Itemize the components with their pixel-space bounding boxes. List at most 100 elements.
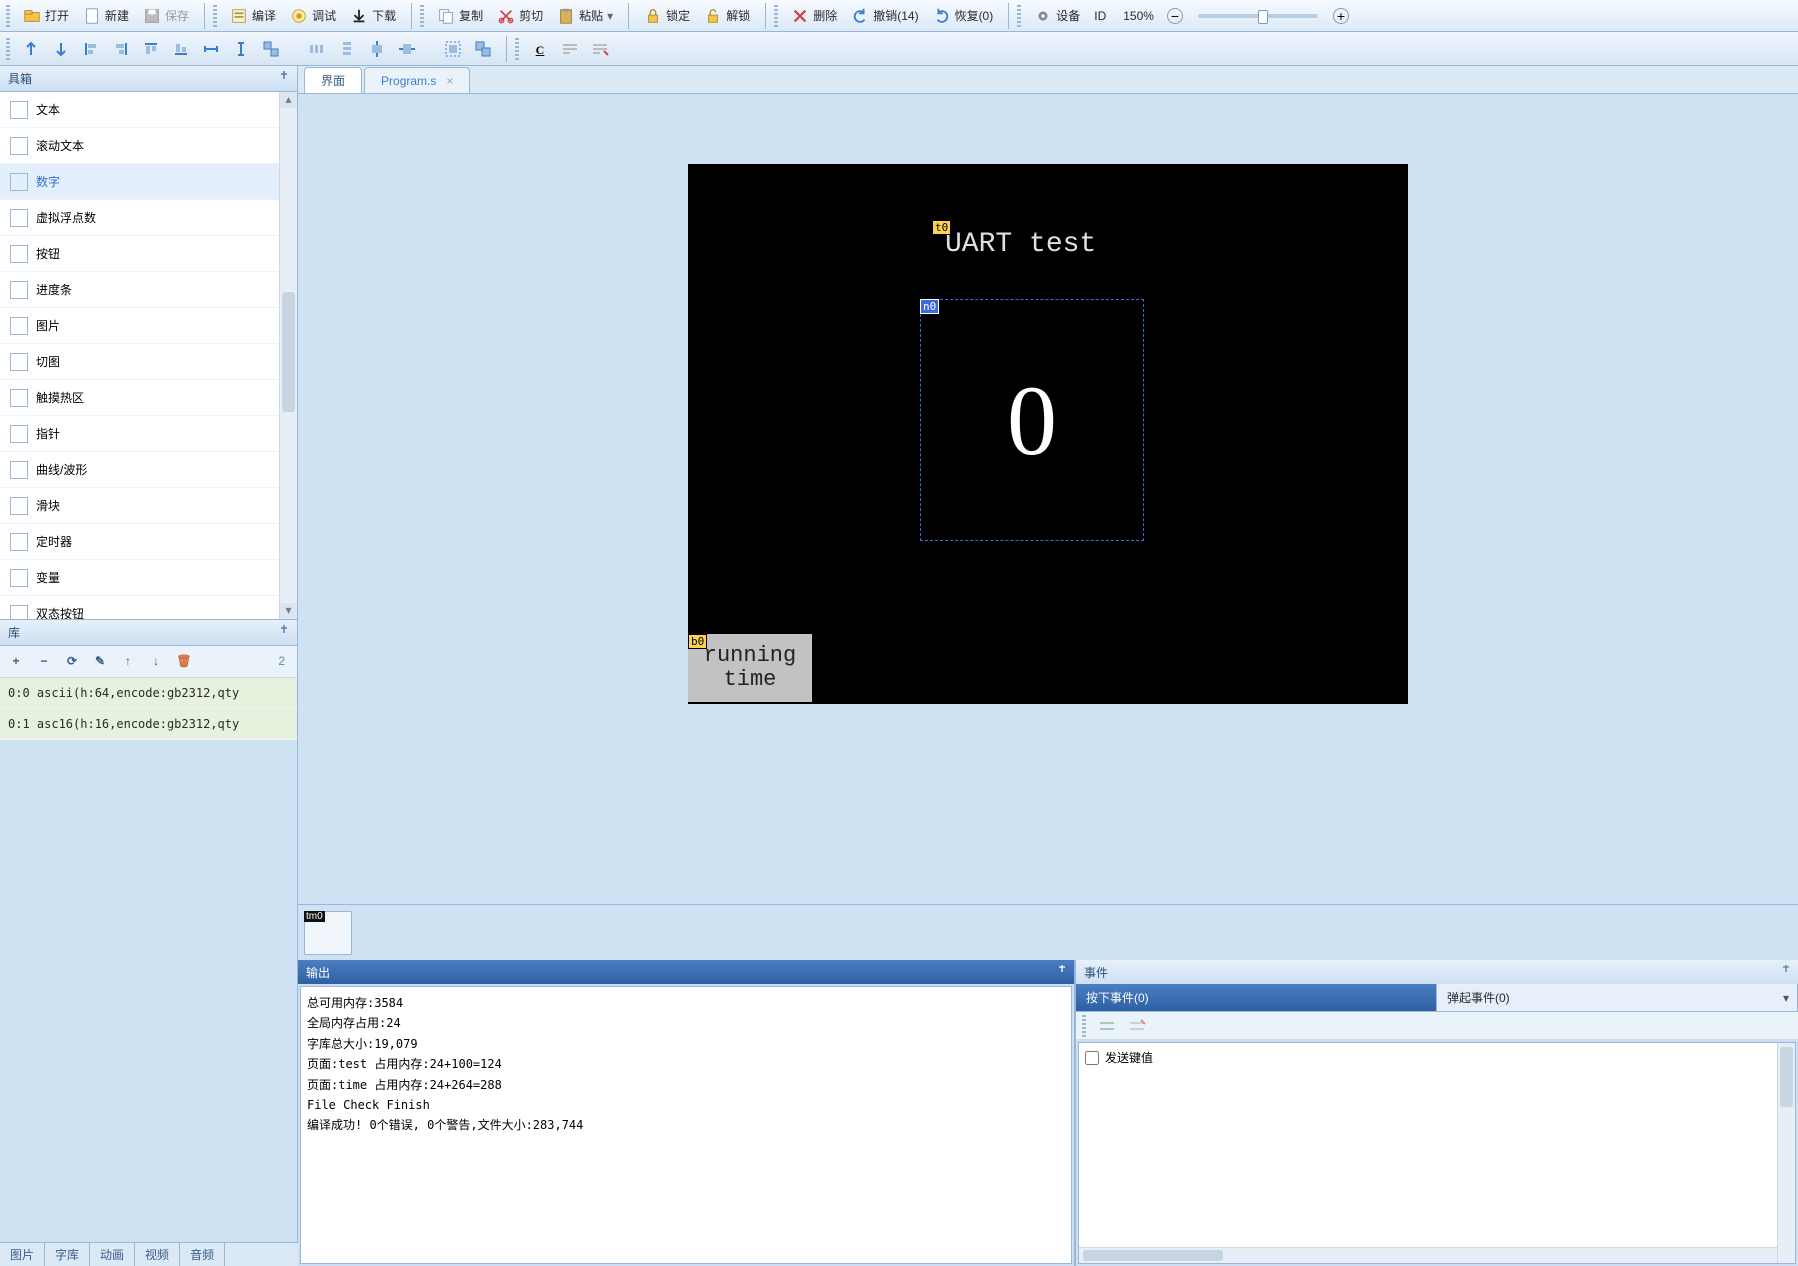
align-top-icon[interactable] (140, 38, 162, 60)
copy-button[interactable]: 复制 (430, 2, 490, 30)
scroll-thumb[interactable] (1083, 1250, 1223, 1261)
refresh-button[interactable]: ⟳ (62, 651, 82, 671)
toolbox-item[interactable]: 滚动文本 (0, 128, 297, 164)
add-button[interactable]: + (6, 651, 26, 671)
component-tag-t0[interactable]: t0 (932, 220, 951, 235)
tab-program[interactable]: Program.s× (364, 67, 470, 93)
scrollbar-x[interactable] (1079, 1247, 1777, 1263)
toolbox-list[interactable]: 文本滚动文本数字虚拟浮点数按钮进度条图片切图触摸热区指针曲线/波形滑块定时器变量… (0, 92, 297, 620)
delete-button[interactable]: 删除 (784, 2, 844, 30)
trash-button[interactable]: 🗑 (174, 651, 194, 671)
scroll-thumb[interactable] (282, 292, 295, 412)
lib-row[interactable]: 0:0 ascii(h:64,encode:gb2312,qty (0, 678, 297, 709)
move-down-button[interactable]: ↓ (146, 651, 166, 671)
tab-design[interactable]: 界面 (304, 67, 362, 93)
unlock-button[interactable]: 解锁 (697, 2, 757, 30)
number-component[interactable]: 0 (920, 299, 1144, 541)
toolbox-item[interactable]: 文本 (0, 92, 297, 128)
device-screen[interactable]: t0 UART test n0 0 b0 runningtime (688, 164, 1408, 704)
scroll-up-icon[interactable]: ▴ (280, 92, 297, 108)
toolbox-item[interactable]: 进度条 (0, 272, 297, 308)
center-h-icon[interactable] (366, 38, 388, 60)
slider-thumb-icon[interactable] (1258, 10, 1268, 24)
toolbox-item[interactable]: 曲线/波形 (0, 452, 297, 488)
toolbox-item[interactable]: 触摸热区 (0, 380, 297, 416)
tab-press-event[interactable]: 按下事件(0) (1076, 984, 1437, 1011)
resource-tab[interactable]: 字库 (45, 1243, 90, 1266)
uncomment-icon[interactable] (1126, 1015, 1148, 1037)
send-key-checkbox[interactable]: 发送键值 (1085, 1049, 1789, 1066)
component-tag-n0[interactable]: n0 (920, 299, 939, 314)
download-button[interactable]: 下载 (343, 2, 403, 30)
compile-button[interactable]: 编译 (223, 2, 283, 30)
open-button[interactable]: 打开 (16, 2, 76, 30)
dropdown-icon[interactable]: ▾ (607, 9, 613, 23)
toolbox-item[interactable]: 变量 (0, 560, 297, 596)
toolbox-item[interactable]: 图片 (0, 308, 297, 344)
toolbox-item[interactable]: 滑块 (0, 488, 297, 524)
group-icon[interactable] (442, 38, 464, 60)
remove-button[interactable]: − (34, 651, 54, 671)
comment-icon[interactable] (559, 38, 581, 60)
edit-button[interactable]: ✎ (90, 651, 110, 671)
new-button[interactable]: 新建 (76, 2, 136, 30)
output-text[interactable]: 总可用内存:3584全局内存占用:24字库总大小:19,079页面:test 占… (300, 986, 1072, 1264)
move-up-button[interactable]: ↑ (118, 651, 138, 671)
pin-icon[interactable] (277, 624, 291, 638)
uncomment-icon[interactable] (589, 38, 611, 60)
id-button[interactable]: ID (1087, 2, 1113, 30)
zoom-in-button[interactable]: + (1326, 2, 1356, 30)
pin-icon[interactable] (1056, 964, 1068, 976)
toolbox-item[interactable]: 虚拟浮点数 (0, 200, 297, 236)
device-button[interactable]: 设备 (1027, 2, 1087, 30)
align-left-icon[interactable] (80, 38, 102, 60)
same-width-icon[interactable] (200, 38, 222, 60)
arrow-down-icon[interactable] (50, 38, 72, 60)
checkbox-input[interactable] (1085, 1051, 1099, 1065)
tab-release-event[interactable]: 弹起事件(0)▾ (1437, 984, 1798, 1011)
design-canvas[interactable]: t0 UART test n0 0 b0 runningtime (298, 94, 1798, 904)
lib-list[interactable]: 0:0 ascii(h:64,encode:gb2312,qty0:1 asc1… (0, 678, 297, 740)
component-chip-tm0[interactable]: tm0 (304, 911, 352, 955)
pin-icon[interactable] (277, 70, 291, 84)
pin-icon[interactable] (1780, 964, 1792, 976)
resource-tab[interactable]: 图片 (0, 1243, 45, 1266)
text-component[interactable]: UART test (945, 229, 1096, 260)
center-v-icon[interactable] (396, 38, 418, 60)
close-icon[interactable]: × (446, 74, 453, 88)
same-size-icon[interactable] (260, 38, 282, 60)
cut-button[interactable]: 剪切 (490, 2, 550, 30)
scroll-thumb[interactable] (1780, 1047, 1793, 1107)
dropdown-icon[interactable]: ▾ (1783, 991, 1789, 1005)
lib-row[interactable]: 0:1 asc16(h:16,encode:gb2312,qty (0, 709, 297, 740)
dist-v-icon[interactable] (336, 38, 358, 60)
scrollbar-y[interactable]: ▴ ▾ (279, 92, 297, 619)
toolbox-item[interactable]: 切图 (0, 344, 297, 380)
arrow-up-icon[interactable] (20, 38, 42, 60)
scroll-down-icon[interactable]: ▾ (280, 603, 297, 619)
resource-tab[interactable]: 动画 (90, 1243, 135, 1266)
zoom-out-button[interactable]: − (1160, 2, 1190, 30)
zoom-slider[interactable] (1198, 14, 1318, 18)
toolbox-item[interactable]: 数字 (0, 164, 297, 200)
toolbox-item[interactable]: 按钮 (0, 236, 297, 272)
same-height-icon[interactable] (230, 38, 252, 60)
paste-button[interactable]: 粘贴▾ (550, 2, 620, 30)
lock-button[interactable]: 锁定 (637, 2, 697, 30)
undo-button[interactable]: 撤销(14) (844, 2, 925, 30)
resource-tab[interactable]: 视频 (135, 1243, 180, 1266)
event-code-area[interactable]: 发送键值 (1078, 1042, 1796, 1264)
save-button[interactable]: 保存 (136, 2, 196, 30)
debug-button[interactable]: 调试 (283, 2, 343, 30)
scrollbar-y[interactable] (1777, 1043, 1795, 1263)
toolbox-item[interactable]: 双态按钮 (0, 596, 297, 620)
toolbox-item[interactable]: 定时器 (0, 524, 297, 560)
align-right-icon[interactable] (110, 38, 132, 60)
dist-h-icon[interactable] (306, 38, 328, 60)
comment-icon[interactable] (1096, 1015, 1118, 1037)
underline-button[interactable]: C (529, 38, 551, 60)
align-bottom-icon[interactable] (170, 38, 192, 60)
ungroup-icon[interactable] (472, 38, 494, 60)
toolbox-item[interactable]: 指针 (0, 416, 297, 452)
resource-tab[interactable]: 音频 (180, 1243, 225, 1266)
